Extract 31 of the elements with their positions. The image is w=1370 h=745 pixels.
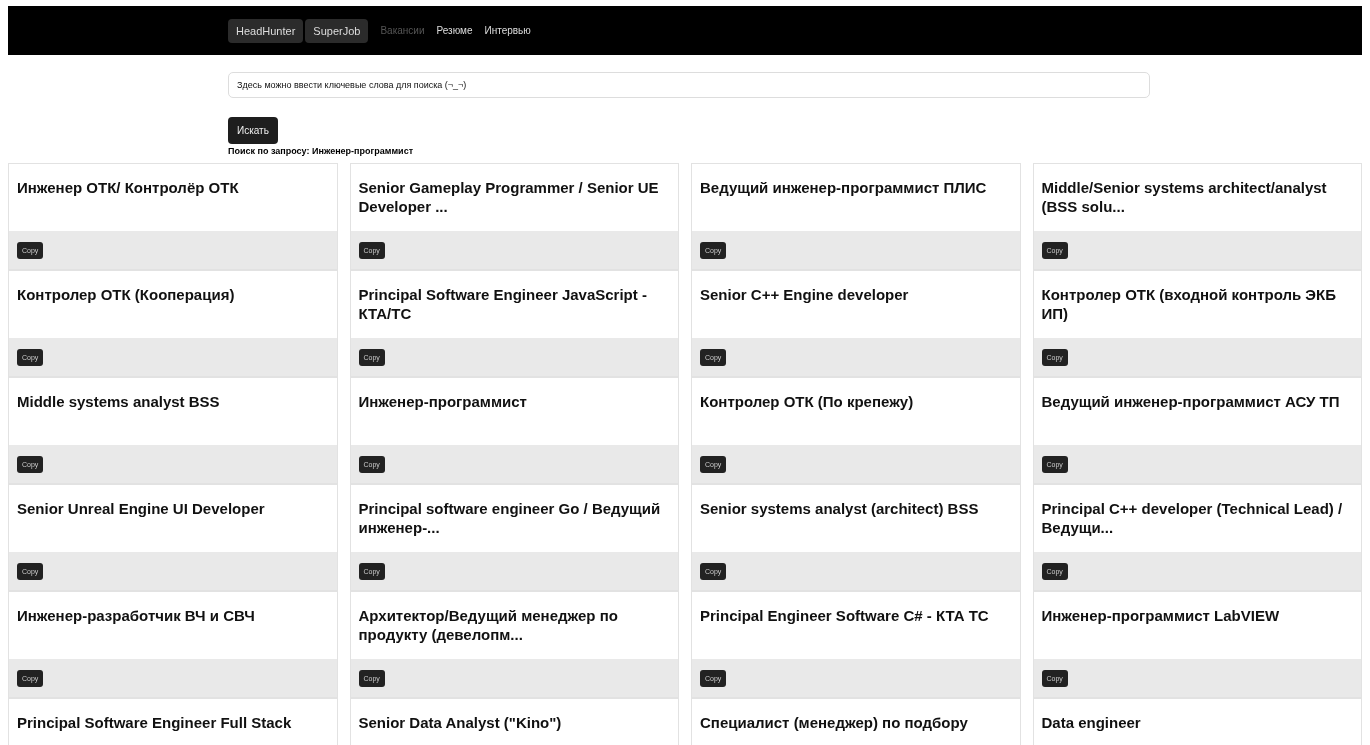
nav-link[interactable]: Интервью [484, 25, 531, 36]
vacancy-title: Senior Data Analyst ("Kino") [357, 713, 563, 733]
vacancy-title: Инженер-разработчик ВЧ и СВЧ [16, 606, 256, 626]
vacancy-title: Middle systems analyst BSS [16, 392, 221, 412]
vacancy-title: Контролер ОТК (Кооперация) [16, 285, 236, 305]
vacancy-title: Senior Gameplay Programmer / Senior UE Developer ... [357, 178, 660, 217]
nav-link[interactable]: Резюме [436, 25, 473, 36]
vacancy-title: Архитектор/Ведущий менеджер по продукту (девелопм... [357, 606, 619, 645]
source-tab[interactable]: HeadHunter [228, 18, 304, 43]
vacancy-title: Инженер ОТК/ Контролёр ОТК [16, 178, 240, 198]
vacancy-title: Principal Software Engineer JavaScript - КТА/ТС [357, 285, 648, 324]
vacancy-title: Инженер-программист LabVIEW [1040, 606, 1281, 626]
search-button[interactable]: Искать [228, 117, 278, 144]
vacancy-title: Principal Software Engineer Full Stack [16, 713, 293, 733]
vacancy-title: Principal software engineer Go / Ведущий инженер-... [357, 499, 662, 538]
vacancy-title: Ведущий инженер-программист ПЛИС [699, 178, 988, 198]
vacancy-title: Контролер ОТК (По крепежу) [699, 392, 915, 412]
vacancy-title: Senior systems analyst (architect) BSS [699, 499, 980, 519]
vacancy-title: Senior C++ Engine developer [699, 285, 910, 305]
vacancy-title: Data engineer [1040, 713, 1142, 733]
vacancy-title: Контролер ОТК (входной контроль ЭКБ ИП) [1040, 285, 1337, 324]
vacancy-title: Principal C++ developer (Technical Lead) / Ведущи... [1040, 499, 1344, 538]
vacancy-title: Инженер-программист [357, 392, 528, 412]
source-tab[interactable]: SuperJob [305, 18, 369, 43]
vacancy-title: Ведущий инженер-программист АСУ ТП [1040, 392, 1341, 412]
vacancy-title: Principal Engineer Software C# - КТА ТС [699, 606, 990, 626]
query-info: Поиск по запросу: Инженер-программист [228, 146, 414, 156]
vacancy-title: Middle/Senior systems architect/analyst (BSS solu... [1040, 178, 1328, 217]
vacancy-title: Senior Unreal Engine UI Developer [16, 499, 266, 519]
vacancy-title: Специалист (менеджер) по подбору [699, 713, 969, 733]
search-field[interactable]: Здесь можно ввести ключевые слова для поиска (¬_¬) [228, 72, 1150, 98]
